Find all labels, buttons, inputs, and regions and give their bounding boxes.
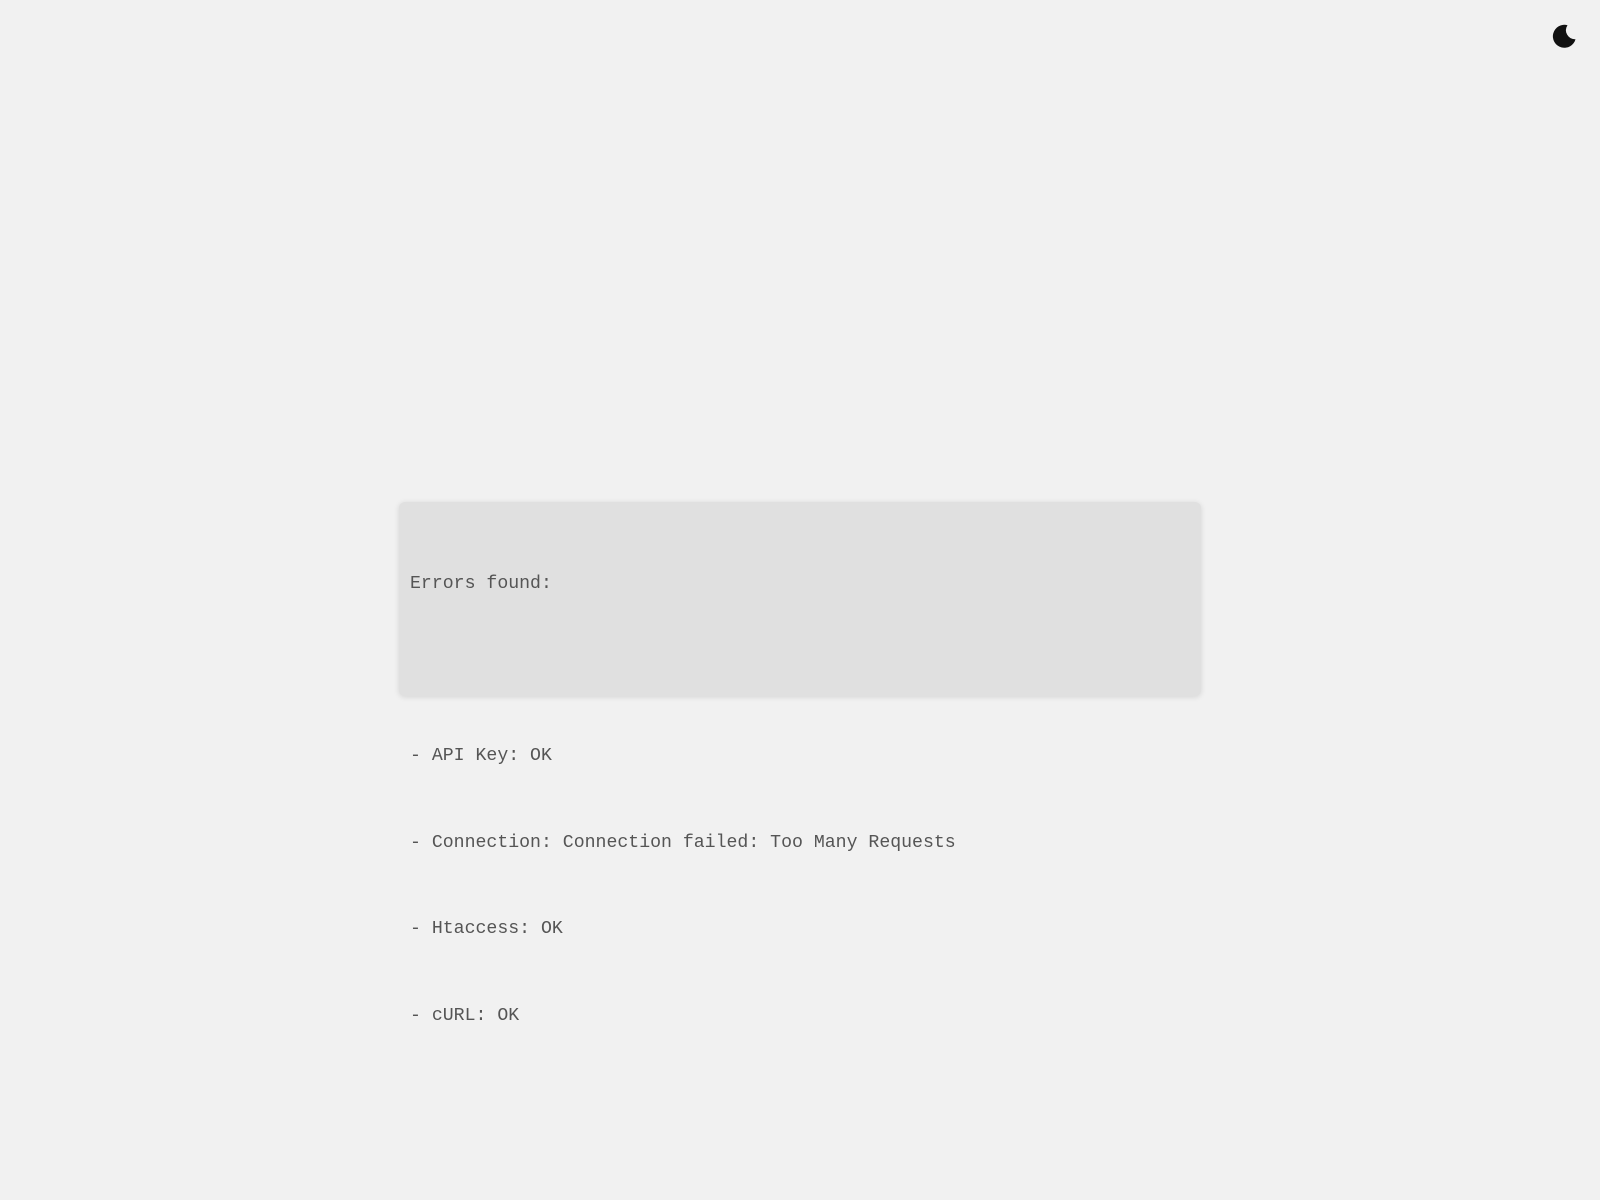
error-item-connection: - Connection: Connection failed: Too Man… (410, 832, 956, 853)
errors-heading: Errors found: (410, 573, 552, 594)
error-panel: Errors found: - API Key: OK - Connection… (399, 502, 1201, 1026)
error-item-curl: - cURL: OK (410, 1005, 520, 1026)
theme-toggle-button[interactable] (1550, 22, 1578, 50)
error-item-htaccess: - Htaccess: OK (410, 919, 563, 940)
error-text-block: Errors found: - API Key: OK - Connection… (410, 512, 1190, 1088)
error-item-api-key: - API Key: OK (410, 746, 552, 767)
moon-icon (1550, 22, 1578, 50)
